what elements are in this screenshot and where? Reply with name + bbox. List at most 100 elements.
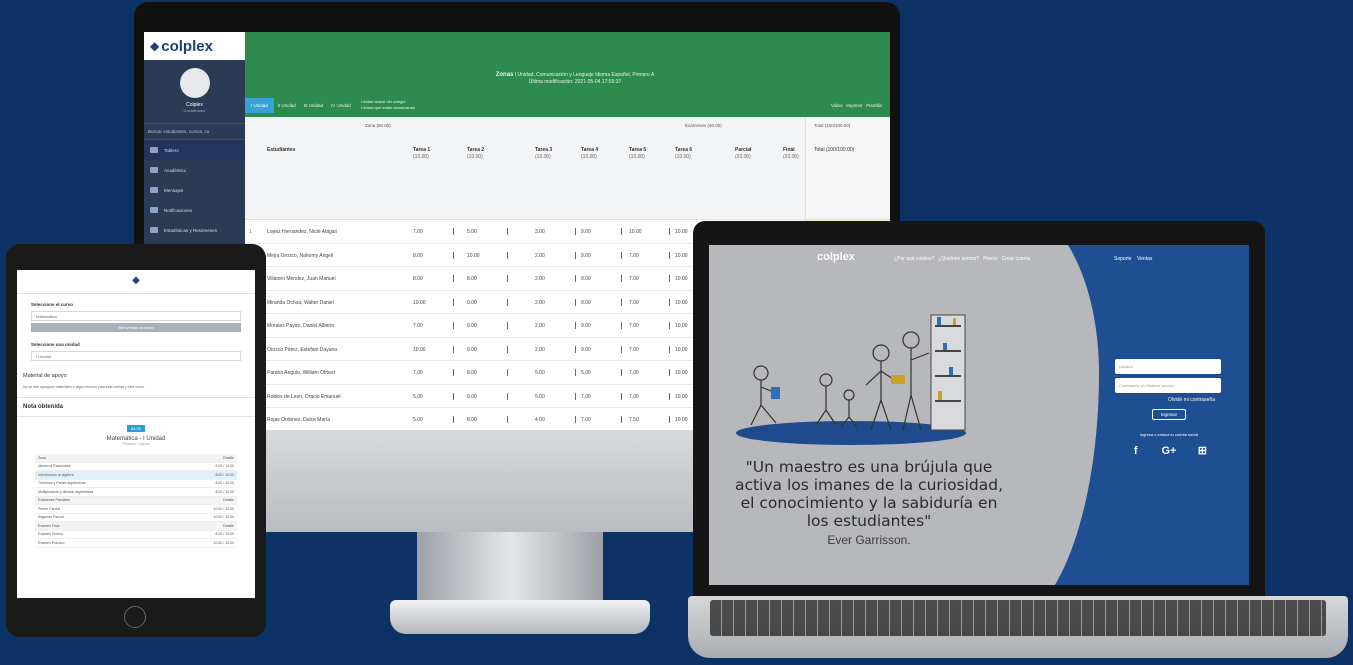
column-header[interactable]: Final (20.00) [783,147,799,161]
grade-list-item[interactable]: Introducción al álgebra 8.00 / 10.00 [35,471,237,480]
grade-cell[interactable]: 7.00 [629,370,639,376]
grade-cell[interactable]: 10.00 [629,229,642,235]
grade-cell[interactable]: 2.00 [535,347,545,353]
grade-cell[interactable]: 7.00 [629,300,639,306]
grade-cell[interactable]: 5.00 [581,370,591,376]
sidebar-search-input[interactable]: Buscar estudiantes, cursos, ca [144,123,245,140]
grade-cell[interactable]: 9.00 [581,229,591,235]
grade-cell[interactable]: 5.00 [467,229,477,235]
grade-cell[interactable]: 9.00 [467,347,477,353]
grade-cell[interactable]: 10.00 [413,300,426,306]
grade-cell[interactable]: 10.00 [675,300,688,306]
grade-cell[interactable]: 9.00 [467,300,477,306]
grade-list-item[interactable]: Números Racionales 8.00 / 10.00 [35,463,237,471]
grade-cell[interactable]: 10.00 [675,347,688,353]
student-name[interactable]: Morales Payan, Daniel Alberto [267,323,334,329]
sidebar-item-notifications[interactable]: Notificaciones [144,200,245,220]
windows-login-icon[interactable]: ⊞ [1194,443,1211,459]
grade-list-item[interactable]: Examen Teórico 8.00 / 10.00 [35,531,237,539]
grade-cell[interactable]: 10.00 [675,370,688,376]
grade-cell[interactable]: 9.00 [581,347,591,353]
nav-create-account[interactable]: Crear cuenta [1002,256,1031,262]
sidebar-item-messages[interactable]: Mensajes [144,180,245,200]
avatar[interactable] [179,68,210,98]
grade-cell[interactable]: 3.00 [535,229,545,235]
forgot-password-link[interactable]: Olvidé mi contraseña [1107,397,1231,403]
column-header[interactable]: Tarea 1 (10.00) [413,147,430,161]
grade-cell[interactable]: 10.00 [675,323,688,329]
sidebar-item-stats[interactable]: Estadísticas y Resúmenes [144,220,245,240]
grade-cell[interactable]: 4.00 [535,417,545,423]
student-name[interactable]: Rojas Ordonez, Dulce María [267,417,330,423]
grade-cell[interactable]: 10.00 [467,253,480,259]
student-name[interactable]: Villatoro Mendez, Juan Manuel [267,276,336,282]
column-header[interactable]: Parcial (20.00) [735,147,751,161]
grade-cell[interactable]: 7.00 [629,347,639,353]
grade-cell[interactable]: 9.00 [467,394,477,400]
tab-unit-3[interactable]: III Unidad [300,103,327,108]
column-header[interactable]: Tarea 3 (10.00) [535,147,552,161]
video-button[interactable]: Video [831,103,842,108]
column-header[interactable]: Tarea 5 (10.00) [629,147,646,161]
grade-cell[interactable]: 8.00 [467,370,477,376]
grade-list-item[interactable]: Segundo Parcial 10.00 / 10.00 [35,514,237,522]
grade-cell[interactable]: 9.00 [581,276,591,282]
google-login-icon[interactable]: G+ [1160,443,1177,459]
grade-cell[interactable]: 8.00 [467,276,477,282]
template-button[interactable]: Plantilla [866,103,882,108]
student-name[interactable]: Miranda Ochoa, Walter Daniel [267,300,334,306]
password-input[interactable]: Contraseña (Al finalizar sesión) [1115,378,1221,393]
grade-list-item[interactable]: Términos y Partes Algebraicas 8.00 / 10.0… [35,480,237,488]
grade-cell[interactable]: 10.00 [413,347,426,353]
grade-cell[interactable]: 7.50 [629,417,639,423]
grade-cell[interactable]: 7.00 [629,276,639,282]
grade-cell[interactable]: 5.00 [535,394,545,400]
grade-cell[interactable]: 9.00 [581,253,591,259]
grade-list-item[interactable]: Multiplicación y división algebraicas 8.0… [35,488,237,497]
grade-cell[interactable]: 10.00 [675,253,688,259]
student-name[interactable]: Robles de Leon, Oracio Emanuel [267,394,341,400]
grade-cell[interactable]: 2.00 [535,300,545,306]
grade-cell[interactable]: 10.00 [675,417,688,423]
home-button[interactable] [124,606,146,628]
nav-support[interactable]: Soporte [1114,256,1132,262]
grade-cell[interactable]: 8.00 [413,276,423,282]
grade-cell[interactable]: 8.00 [467,417,477,423]
nav-price[interactable]: Precio [983,256,997,262]
column-header[interactable]: Tarea 4 (10.00) [581,147,598,161]
grade-cell[interactable]: 7.00 [413,370,423,376]
logo[interactable]: ◆ colplex [144,32,245,60]
nav-sales[interactable]: Ventas [1137,256,1152,262]
grade-list-item[interactable]: Primer Parcial 10.00 / 10.00 [35,505,237,514]
grade-list-item[interactable]: Exámenes Parciales Detalle [35,496,237,505]
print-button[interactable]: Imprimir [846,103,862,108]
student-name[interactable]: Orozco Pérez, Estefani Dayana [267,347,337,353]
column-header[interactable]: Tarea 6 (10.00) [675,147,692,161]
column-header[interactable]: Tarea 2 (10.00) [467,147,484,161]
grade-cell[interactable]: 2.00 [535,323,545,329]
grade-list-item[interactable]: Zona Detalle [35,454,237,463]
grade-cell[interactable]: 9.00 [581,323,591,329]
student-name[interactable]: Lopez Hernandez, Nicté Abigail [267,229,337,235]
grade-cell[interactable]: 10.00 [675,229,688,235]
grade-cell[interactable]: 10.00 [675,276,688,282]
tab-unit-2[interactable]: II Unidad [274,103,300,108]
grade-cell[interactable]: 9.00 [581,300,591,306]
student-name[interactable]: Mejía Orozco, Nahomy Angeli [267,253,333,259]
grade-cell[interactable]: 7.00 [413,229,423,235]
logo[interactable]: colplex [817,251,855,263]
tab-unit-1[interactable]: I Unidad [245,97,274,113]
sidebar-item-dashboard[interactable]: Tablero [144,140,245,160]
grade-list-item[interactable]: Examen Final Detalle [35,522,237,531]
grade-cell[interactable]: 9.00 [467,323,477,329]
tab-unit-4[interactable]: IV Unidad [327,103,355,108]
grade-cell[interactable]: 10.00 [675,394,688,400]
login-button[interactable]: Ingresar [1152,409,1186,420]
grade-cell[interactable]: 5.00 [535,370,545,376]
nav-why[interactable]: ¿Por qué colplex? [894,256,934,262]
unit-select[interactable]: I Unidad [31,351,241,361]
grade-cell[interactable]: 5.00 [413,394,423,400]
facebook-login-icon[interactable]: f [1127,443,1144,459]
grade-cell[interactable]: 2.00 [535,276,545,282]
grade-cell[interactable]: 5.00 [413,417,423,423]
